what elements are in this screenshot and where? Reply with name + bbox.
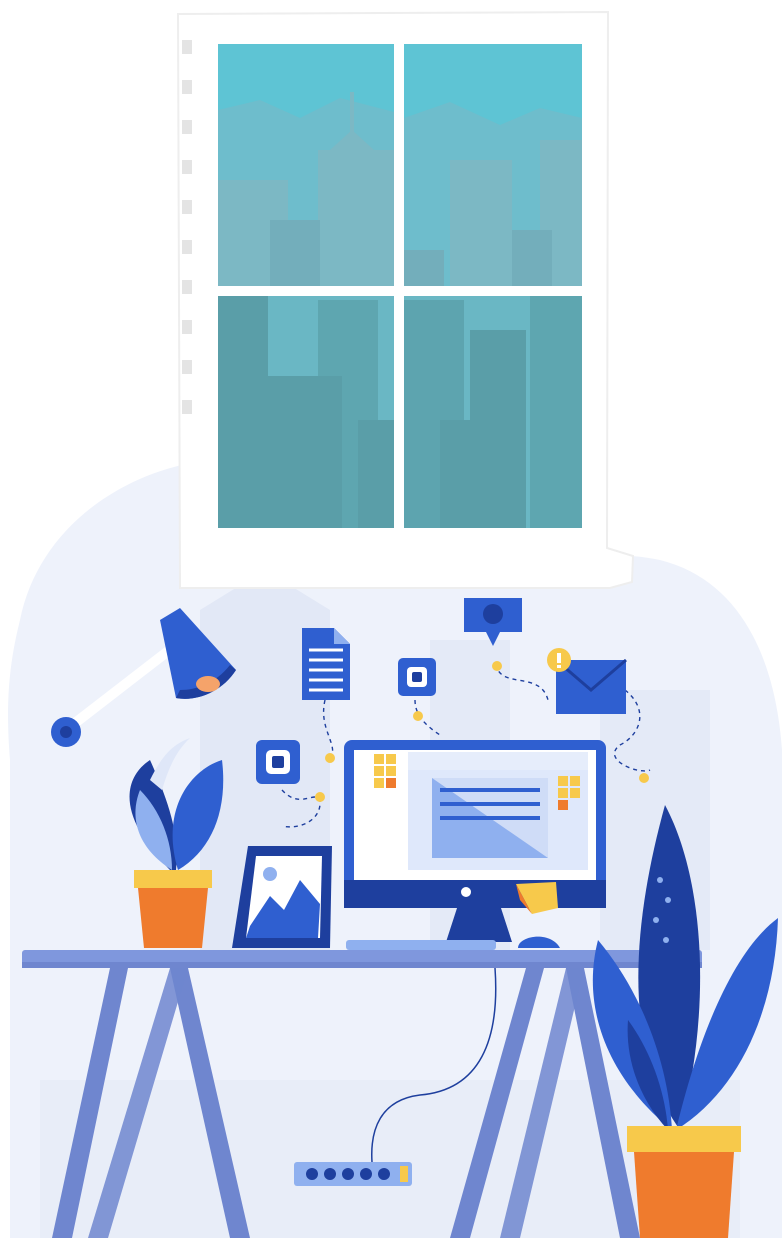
workspace-illustration <box>8 10 782 1238</box>
chat-bubble-icon <box>256 740 300 784</box>
notification-badge-icon <box>547 648 571 672</box>
keyboard <box>346 940 496 950</box>
window <box>176 10 635 589</box>
document-icon <box>302 628 350 700</box>
power-strip-icon <box>294 1162 412 1186</box>
chat-bubble-icon <box>398 658 436 696</box>
picture-frame-icon <box>232 846 332 948</box>
